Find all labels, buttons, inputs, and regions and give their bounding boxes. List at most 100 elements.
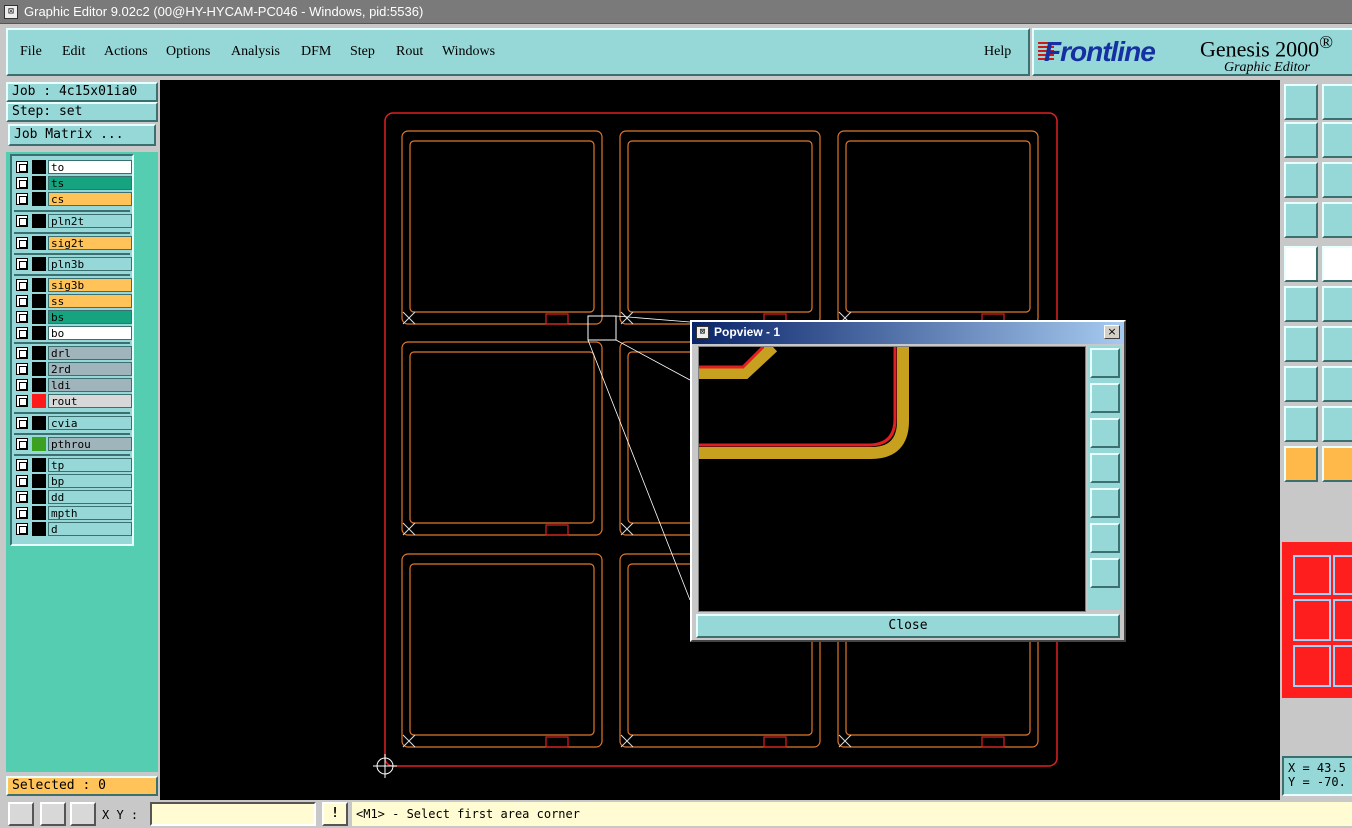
exclamation-button[interactable]: ! bbox=[322, 802, 348, 826]
layer-row-ldi[interactable]: ldi bbox=[16, 378, 132, 392]
layer-row-pln3b[interactable]: pln3b bbox=[16, 257, 132, 271]
layer-row-pln2t[interactable]: pln2t bbox=[16, 214, 132, 228]
layer-color-swatch[interactable] bbox=[32, 326, 46, 340]
menu-help[interactable]: Help bbox=[984, 44, 1011, 60]
measure-icon[interactable] bbox=[1284, 202, 1318, 238]
layer-checkbox[interactable] bbox=[16, 161, 28, 173]
menu-file[interactable]: File bbox=[20, 44, 42, 60]
layer-color-swatch[interactable] bbox=[32, 522, 46, 536]
layer-name[interactable]: rout bbox=[48, 394, 132, 408]
layer-name[interactable]: 2rd bbox=[48, 362, 132, 376]
layer-name[interactable]: ts bbox=[48, 176, 132, 190]
layer-name[interactable]: sig2t bbox=[48, 236, 132, 250]
grid-icon[interactable] bbox=[70, 802, 96, 826]
layer-checkbox[interactable] bbox=[16, 523, 28, 535]
layer-checkbox[interactable] bbox=[16, 215, 28, 227]
layer-row-cs[interactable]: cs bbox=[16, 192, 132, 206]
layer-color-swatch[interactable] bbox=[32, 474, 46, 488]
popview-pan-left-icon[interactable] bbox=[1090, 453, 1120, 483]
peak-icon[interactable] bbox=[1322, 406, 1352, 442]
layer-name[interactable]: d bbox=[48, 522, 132, 536]
layer-row-to[interactable]: to bbox=[16, 160, 132, 174]
menu-dfm[interactable]: DFM bbox=[301, 44, 331, 60]
point-icon[interactable] bbox=[1284, 366, 1318, 402]
menu-rout[interactable]: Rout bbox=[396, 44, 423, 60]
menu-analysis[interactable]: Analysis bbox=[231, 44, 280, 60]
popview-canvas[interactable] bbox=[698, 342, 1086, 612]
layer-name[interactable]: pln3b bbox=[48, 257, 132, 271]
layer-name[interactable]: drl bbox=[48, 346, 132, 360]
layer-name[interactable]: bo bbox=[48, 326, 132, 340]
layer-row-bp[interactable]: bp bbox=[16, 474, 132, 488]
layer-color-swatch[interactable] bbox=[32, 176, 46, 190]
layer-color-swatch[interactable] bbox=[32, 160, 46, 174]
layer-checkbox[interactable] bbox=[16, 417, 28, 429]
zoom-in-icon[interactable] bbox=[1284, 162, 1318, 198]
menu-options[interactable]: Options bbox=[166, 44, 210, 60]
overview-thumbnail[interactable] bbox=[1282, 542, 1352, 698]
popview-zoom-icon[interactable] bbox=[1090, 348, 1120, 378]
popview-zoom-out-icon[interactable] bbox=[1090, 558, 1120, 588]
layer-color-swatch[interactable] bbox=[32, 362, 46, 376]
popview-pan-right-icon[interactable] bbox=[1090, 488, 1120, 518]
layer-color-swatch[interactable] bbox=[32, 378, 46, 392]
layer-name[interactable]: pln2t bbox=[48, 214, 132, 228]
layer-row-bo[interactable]: bo bbox=[16, 326, 132, 340]
layer-row-ts[interactable]: ts bbox=[16, 176, 132, 190]
snap-icon[interactable] bbox=[1322, 202, 1352, 238]
layer-row-cvia[interactable]: cvia bbox=[16, 416, 132, 430]
snap-mode-icon[interactable] bbox=[8, 802, 34, 826]
popview-close-button[interactable]: Close bbox=[696, 614, 1120, 638]
layer-color-swatch[interactable] bbox=[32, 346, 46, 360]
xy-input[interactable] bbox=[150, 802, 316, 826]
layer-row-dd[interactable]: dd bbox=[16, 490, 132, 504]
layer-checkbox[interactable] bbox=[16, 379, 28, 391]
layer-color-swatch[interactable] bbox=[32, 458, 46, 472]
layer-checkbox[interactable] bbox=[16, 459, 28, 471]
layer-color-swatch[interactable] bbox=[32, 394, 46, 408]
pan-right-icon[interactable] bbox=[1322, 122, 1352, 158]
layer-color-swatch[interactable] bbox=[32, 236, 46, 250]
layer-row-drl[interactable]: drl bbox=[16, 346, 132, 360]
layer-checkbox[interactable] bbox=[16, 295, 28, 307]
layer-row-tp[interactable]: tp bbox=[16, 458, 132, 472]
popview-zoom-in-icon[interactable] bbox=[1090, 523, 1120, 553]
zoom-out-icon[interactable] bbox=[1322, 162, 1352, 198]
layer-name[interactable]: bp bbox=[48, 474, 132, 488]
layer-name[interactable]: tp bbox=[48, 458, 132, 472]
layer-color-swatch[interactable] bbox=[32, 416, 46, 430]
layer-name[interactable]: sig3b bbox=[48, 278, 132, 292]
layer-name[interactable]: cs bbox=[48, 192, 132, 206]
layer-name[interactable]: to bbox=[48, 160, 132, 174]
layer-color-swatch[interactable] bbox=[32, 214, 46, 228]
layer-color-swatch[interactable] bbox=[32, 294, 46, 308]
layer-checkbox[interactable] bbox=[16, 347, 28, 359]
select-arrow-icon[interactable] bbox=[1284, 446, 1318, 482]
pan-down-icon[interactable] bbox=[1322, 84, 1352, 120]
layer-row-ss[interactable]: ss bbox=[16, 294, 132, 308]
triangle-icon[interactable] bbox=[1284, 406, 1318, 442]
layer-row-mpth[interactable]: mpth bbox=[16, 506, 132, 520]
line-icon[interactable] bbox=[1322, 246, 1352, 282]
layer-name[interactable]: ldi bbox=[48, 378, 132, 392]
popview-close-icon[interactable]: × bbox=[1104, 325, 1120, 339]
connect-icon[interactable] bbox=[1284, 286, 1318, 322]
angle-mode-icon[interactable] bbox=[40, 802, 66, 826]
layer-checkbox[interactable] bbox=[16, 491, 28, 503]
popview-pan-up-icon[interactable] bbox=[1090, 383, 1120, 413]
cross-icon[interactable] bbox=[1322, 286, 1352, 322]
pan-left-icon[interactable] bbox=[1284, 122, 1318, 158]
layer-color-swatch[interactable] bbox=[32, 490, 46, 504]
menu-step[interactable]: Step bbox=[350, 44, 375, 60]
layer-checkbox[interactable] bbox=[16, 258, 28, 270]
layer-checkbox[interactable] bbox=[16, 279, 28, 291]
menu-actions[interactable]: Actions bbox=[104, 44, 148, 60]
layer-checkbox[interactable] bbox=[16, 193, 28, 205]
layer-color-swatch[interactable] bbox=[32, 192, 46, 206]
pan-up-icon[interactable] bbox=[1284, 84, 1318, 120]
hline-icon[interactable] bbox=[1322, 366, 1352, 402]
layer-name[interactable]: dd bbox=[48, 490, 132, 504]
layer-name[interactable]: pthrou bbox=[48, 437, 132, 451]
layer-row-sig3b[interactable]: sig3b bbox=[16, 278, 132, 292]
menu-edit[interactable]: Edit bbox=[62, 44, 85, 60]
